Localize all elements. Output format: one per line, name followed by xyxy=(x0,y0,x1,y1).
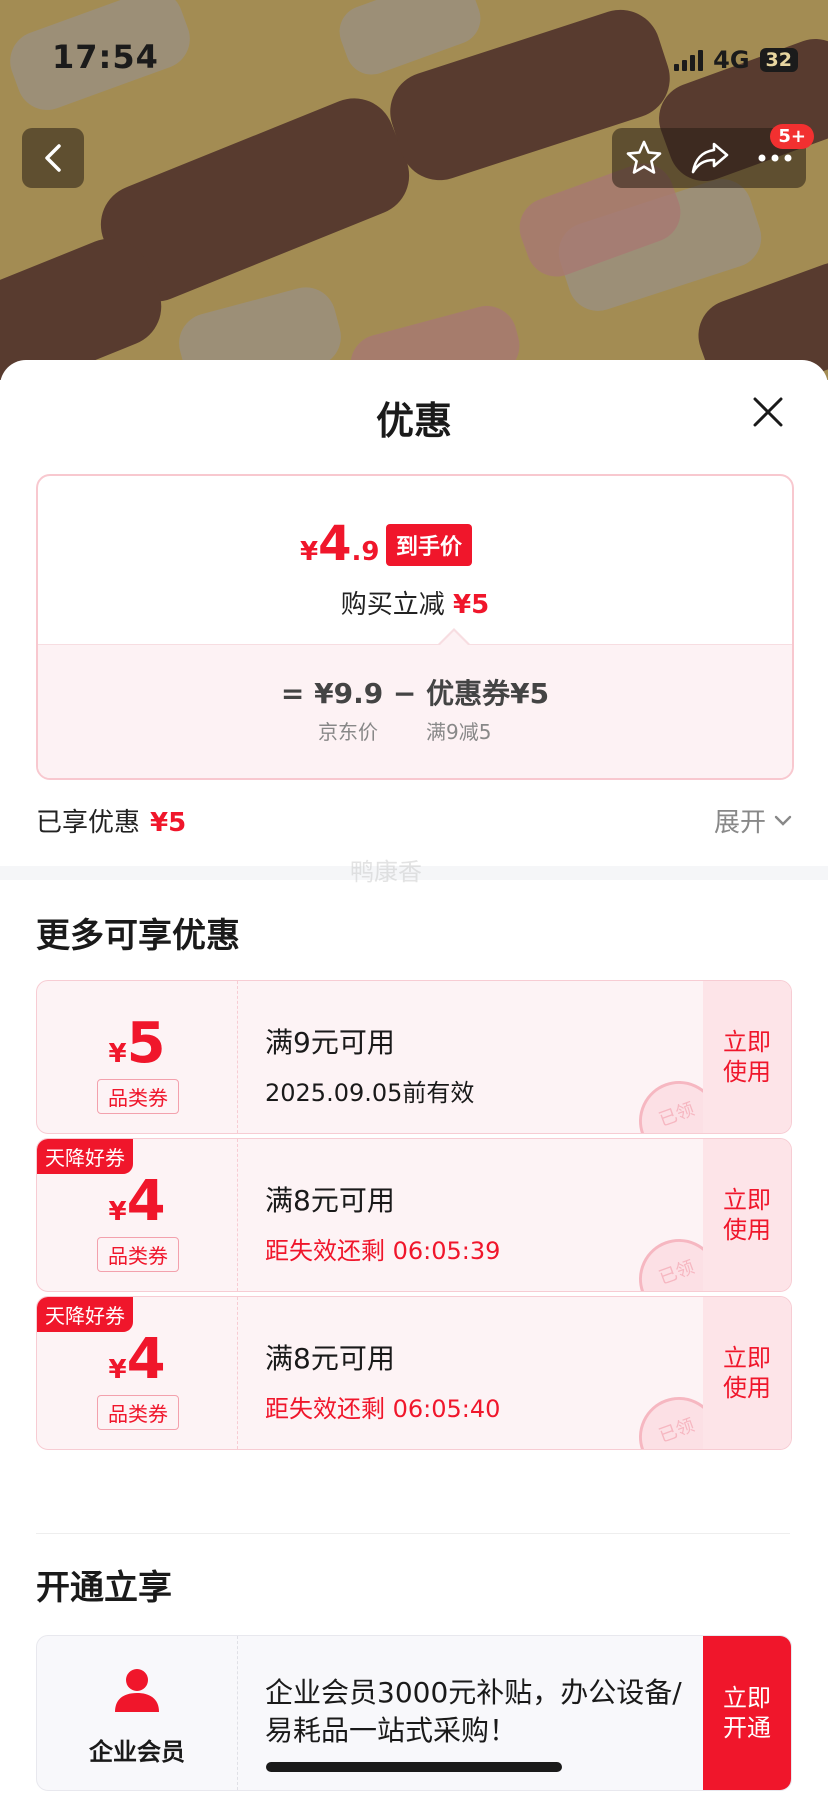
price-summary-card: ¥4.9 到手价 购买立减 ¥5 = ¥9.9 − 优惠券¥5 京东价 满9减5 xyxy=(36,474,794,780)
expand-label: 展开 xyxy=(713,808,766,838)
close-icon[interactable] xyxy=(752,396,784,428)
expand-button[interactable]: 展开 xyxy=(714,802,792,839)
coupon-category: 品类券 xyxy=(97,1237,179,1272)
coupon-card: ¥5 品类券 满9元可用 2025.09.05前有效 已领 立即使用 xyxy=(36,980,792,1134)
member-icon xyxy=(115,1669,159,1712)
coupon-countdown: 距失效还剩 06:05:40 xyxy=(265,1395,501,1423)
final-price-tag: 到手价 xyxy=(386,524,473,566)
enjoyed-label: 已享优惠 xyxy=(36,808,141,838)
back-icon xyxy=(45,144,61,172)
coupon-currency: ¥ xyxy=(108,1039,127,1069)
more-icon[interactable] xyxy=(757,153,793,163)
coupon-amount-value: 5 xyxy=(126,1011,166,1076)
final-price-dec: .9 xyxy=(351,537,380,567)
coupon-amount: ¥4 xyxy=(37,1169,237,1234)
sheet-title: 优惠 xyxy=(375,399,452,443)
coupon-amount: ¥4 xyxy=(37,1327,237,1392)
coupon-currency: ¥ xyxy=(108,1355,127,1385)
use-now-label: 立即使用 xyxy=(723,1028,771,1086)
membership-label: 企业会员 xyxy=(89,1738,185,1766)
network-type: 4G xyxy=(713,46,750,74)
instant-reduction: 购买立减 ¥5 xyxy=(38,584,792,621)
back-button[interactable] xyxy=(22,128,84,188)
coupon-condition: 满9元可用 xyxy=(265,1026,395,1059)
coupon-card: 天降好券 ¥4 品类券 满8元可用 距失效还剩 06:05:40 已领 立即使用 xyxy=(36,1296,792,1450)
coupon-category: 品类券 xyxy=(97,1079,179,1114)
final-price: ¥4.9 xyxy=(300,516,379,572)
membership-description: 企业会员3000元补贴，办公设备/易耗品一站式采购！ xyxy=(265,1676,682,1747)
enjoyed-discount: 已享优惠 ¥5 xyxy=(36,802,186,839)
status-bar-right: 4G 32 xyxy=(674,46,798,74)
battery-icon: 32 xyxy=(759,48,798,72)
activate-now-label: 立即开通 xyxy=(723,1684,771,1742)
use-now-button[interactable]: 立即使用 xyxy=(703,981,791,1133)
watermark: 鸭康香 xyxy=(350,858,422,886)
divider xyxy=(36,1533,790,1534)
coupon-condition: 满8元可用 xyxy=(265,1184,395,1217)
enjoyed-amount: ¥5 xyxy=(150,808,187,838)
use-now-button[interactable]: 立即使用 xyxy=(703,1297,791,1449)
activate-now-button[interactable]: 立即开通 xyxy=(703,1636,791,1790)
home-indicator[interactable] xyxy=(266,1762,562,1772)
membership-section-title: 开通立享 xyxy=(36,1568,172,1608)
coupon-category: 品类券 xyxy=(97,1395,179,1430)
coupon-condition: 满8元可用 xyxy=(265,1342,395,1375)
coupon-condition-label: 满9减5 xyxy=(426,720,492,744)
use-now-label: 立即使用 xyxy=(723,1344,771,1402)
use-now-label: 立即使用 xyxy=(723,1186,771,1244)
final-price-int: 4 xyxy=(318,516,352,572)
price-equation: = ¥9.9 − 优惠券¥5 xyxy=(280,677,550,710)
reduce-amount: ¥5 xyxy=(453,590,490,620)
coupon-amount-value: 4 xyxy=(126,1327,166,1392)
price-breakdown xyxy=(38,644,792,778)
chevron-down-icon xyxy=(774,815,792,826)
share-icon[interactable] xyxy=(690,141,730,175)
coupon-card: 天降好券 ¥4 品类券 满8元可用 距失效还剩 06:05:39 已领 立即使用 xyxy=(36,1138,792,1292)
signal-icon xyxy=(674,49,704,71)
reduce-label: 购买立减 xyxy=(340,590,445,620)
coupon-validity: 2025.09.05前有效 xyxy=(265,1079,475,1107)
more-discounts-title: 更多可享优惠 xyxy=(36,916,240,956)
discount-sheet: 优惠 ¥4.9 到手价 购买立减 ¥5 = ¥9.9 − 优惠券¥5 京东价 满… xyxy=(0,360,828,1793)
coupon-countdown: 距失效还剩 06:05:39 xyxy=(265,1237,501,1265)
message-badge: 5+ xyxy=(770,124,814,149)
star-icon[interactable] xyxy=(625,139,663,177)
coupon-currency: ¥ xyxy=(108,1197,127,1227)
coupon-amount-value: 4 xyxy=(126,1169,166,1234)
jd-price-label: 京东价 xyxy=(318,720,378,744)
use-now-button[interactable]: 立即使用 xyxy=(703,1139,791,1291)
coupon-amount: ¥5 xyxy=(37,1011,237,1076)
status-time: 17:54 xyxy=(52,38,159,76)
currency-symbol: ¥ xyxy=(300,537,319,567)
